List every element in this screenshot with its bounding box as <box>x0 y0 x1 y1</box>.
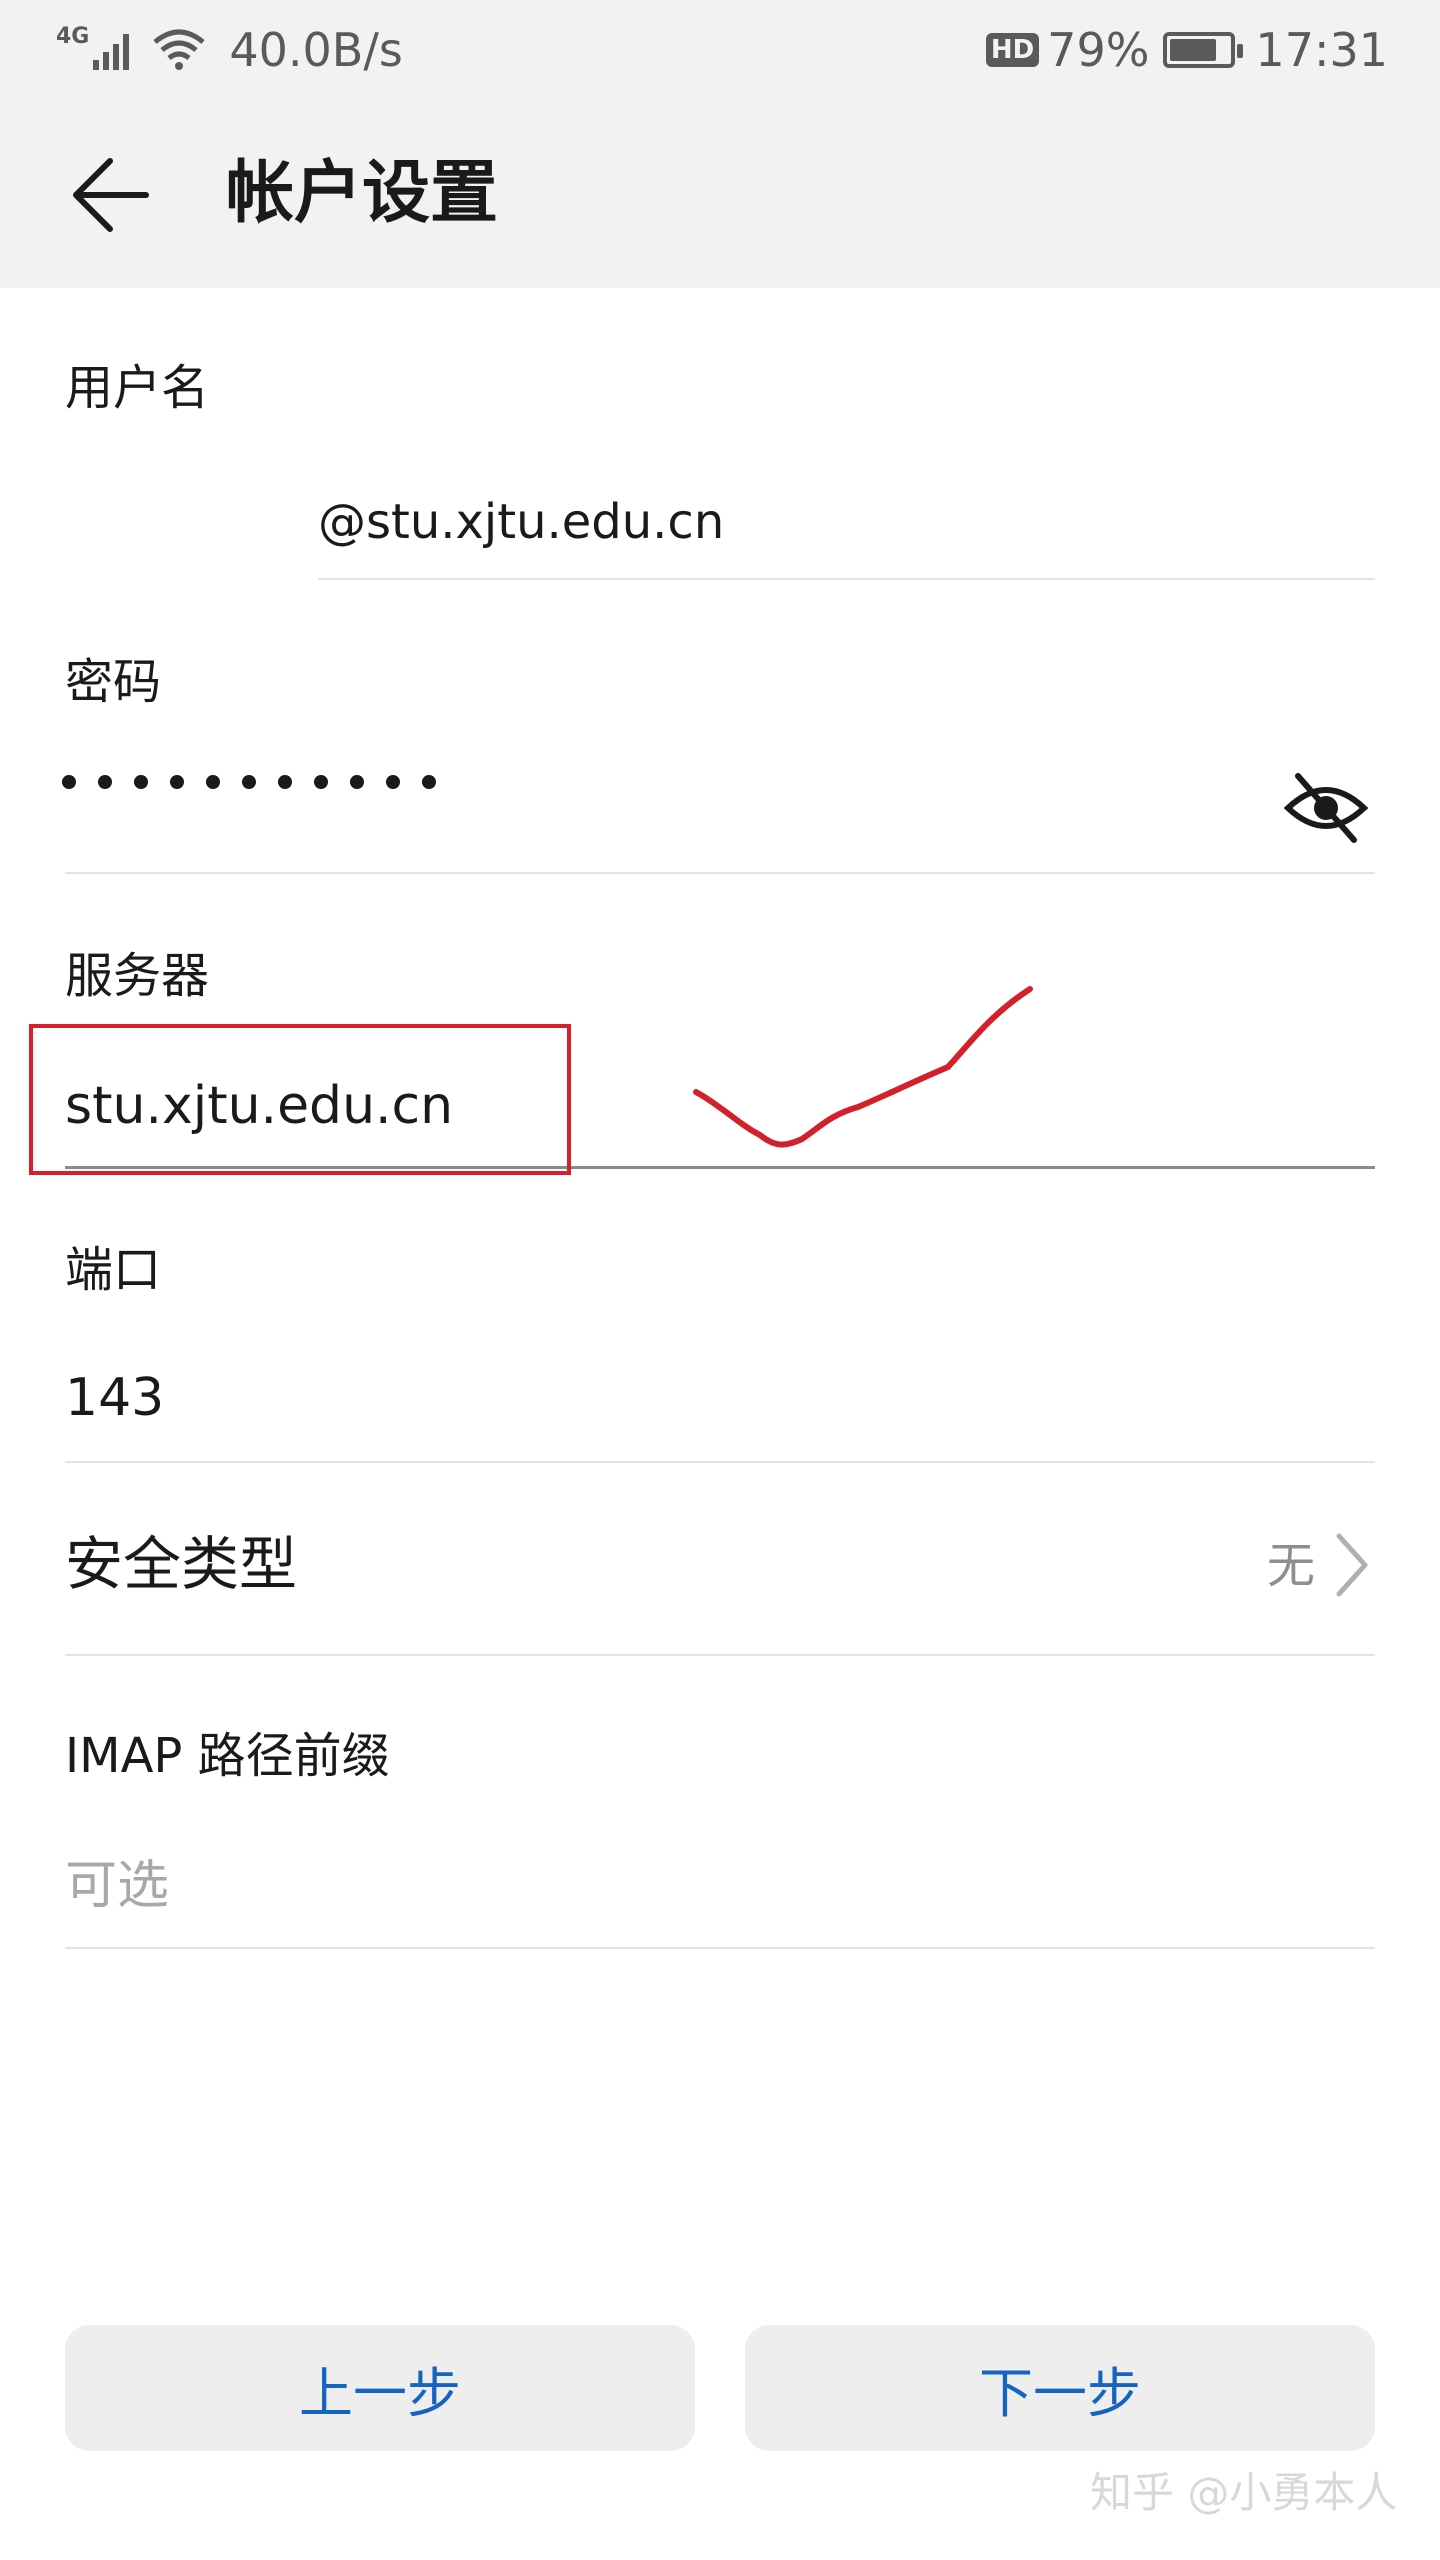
security-underline <box>65 1654 1375 1656</box>
password-input[interactable] <box>65 750 1265 850</box>
password-dot <box>242 775 256 789</box>
username-underline <box>318 578 1375 580</box>
security-type-value: 无 <box>1266 1538 1315 1594</box>
network-type: 4G <box>56 23 90 49</box>
username-value: @stu.xjtu.edu.cn <box>318 494 725 550</box>
prev-step-button[interactable]: 上一步 <box>65 2325 695 2451</box>
back-button[interactable] <box>60 145 160 245</box>
server-label: 服务器 <box>65 948 210 1004</box>
status-right: HD 79% 17:31 <box>985 22 1388 78</box>
password-dot <box>134 775 148 789</box>
imap-prefix-input[interactable]: 可选 <box>65 1836 1375 1946</box>
page-title: 帐户设置 <box>226 154 499 233</box>
port-underline <box>65 1461 1375 1463</box>
network-speed: 40.0B/s <box>229 23 403 77</box>
password-dot <box>62 775 76 789</box>
password-dot <box>386 775 400 789</box>
password-dot <box>206 775 220 789</box>
imap-prefix-placeholder: 可选 <box>65 1856 170 1916</box>
next-step-button[interactable]: 下一步 <box>745 2325 1375 2451</box>
username-label: 用户名 <box>65 360 210 416</box>
password-dot <box>422 775 436 789</box>
clock: 17:31 <box>1255 23 1388 77</box>
password-dot <box>314 775 328 789</box>
battery-fill <box>1170 39 1217 61</box>
password-dot <box>278 775 292 789</box>
password-dots <box>62 775 436 789</box>
wifi-icon <box>153 29 205 70</box>
battery-percent: 79% <box>1047 23 1150 77</box>
chevron-right-icon <box>1336 1533 1368 1597</box>
password-label: 密码 <box>65 654 162 710</box>
port-label: 端口 <box>65 1242 162 1298</box>
back-arrow-icon <box>73 158 149 232</box>
eye-off-icon <box>1284 773 1368 843</box>
username-input[interactable]: @stu.xjtu.edu.cn <box>318 480 1375 580</box>
password-dot <box>350 775 364 789</box>
imap-prefix-label: IMAP 路径前缀 <box>65 1728 390 1784</box>
password-dot <box>170 775 184 789</box>
password-visibility-toggle[interactable] <box>1278 765 1374 851</box>
port-value: 143 <box>65 1368 165 1428</box>
toolbar: 帐户设置 <box>0 100 1440 288</box>
port-input[interactable]: 143 <box>65 1350 1375 1460</box>
signal-icon <box>93 34 130 70</box>
battery-icon <box>1163 32 1244 68</box>
red-checkmark-annotation <box>693 986 1033 1148</box>
security-type-label: 安全类型 <box>65 1530 298 1598</box>
status-bar: 4G 40.0B/s HD 79% 17:31 <box>0 0 1440 100</box>
red-highlight-box <box>29 1024 571 1175</box>
status-left: 4G 40.0B/s <box>56 22 403 78</box>
password-dot <box>98 775 112 789</box>
watermark: 知乎 @小勇本人 <box>1090 2468 1398 2517</box>
password-underline <box>65 872 1375 874</box>
imap-prefix-underline <box>65 1947 1375 1949</box>
hd-badge: HD <box>985 33 1040 67</box>
security-type-row[interactable]: 安全类型 无 <box>65 1510 1375 1620</box>
